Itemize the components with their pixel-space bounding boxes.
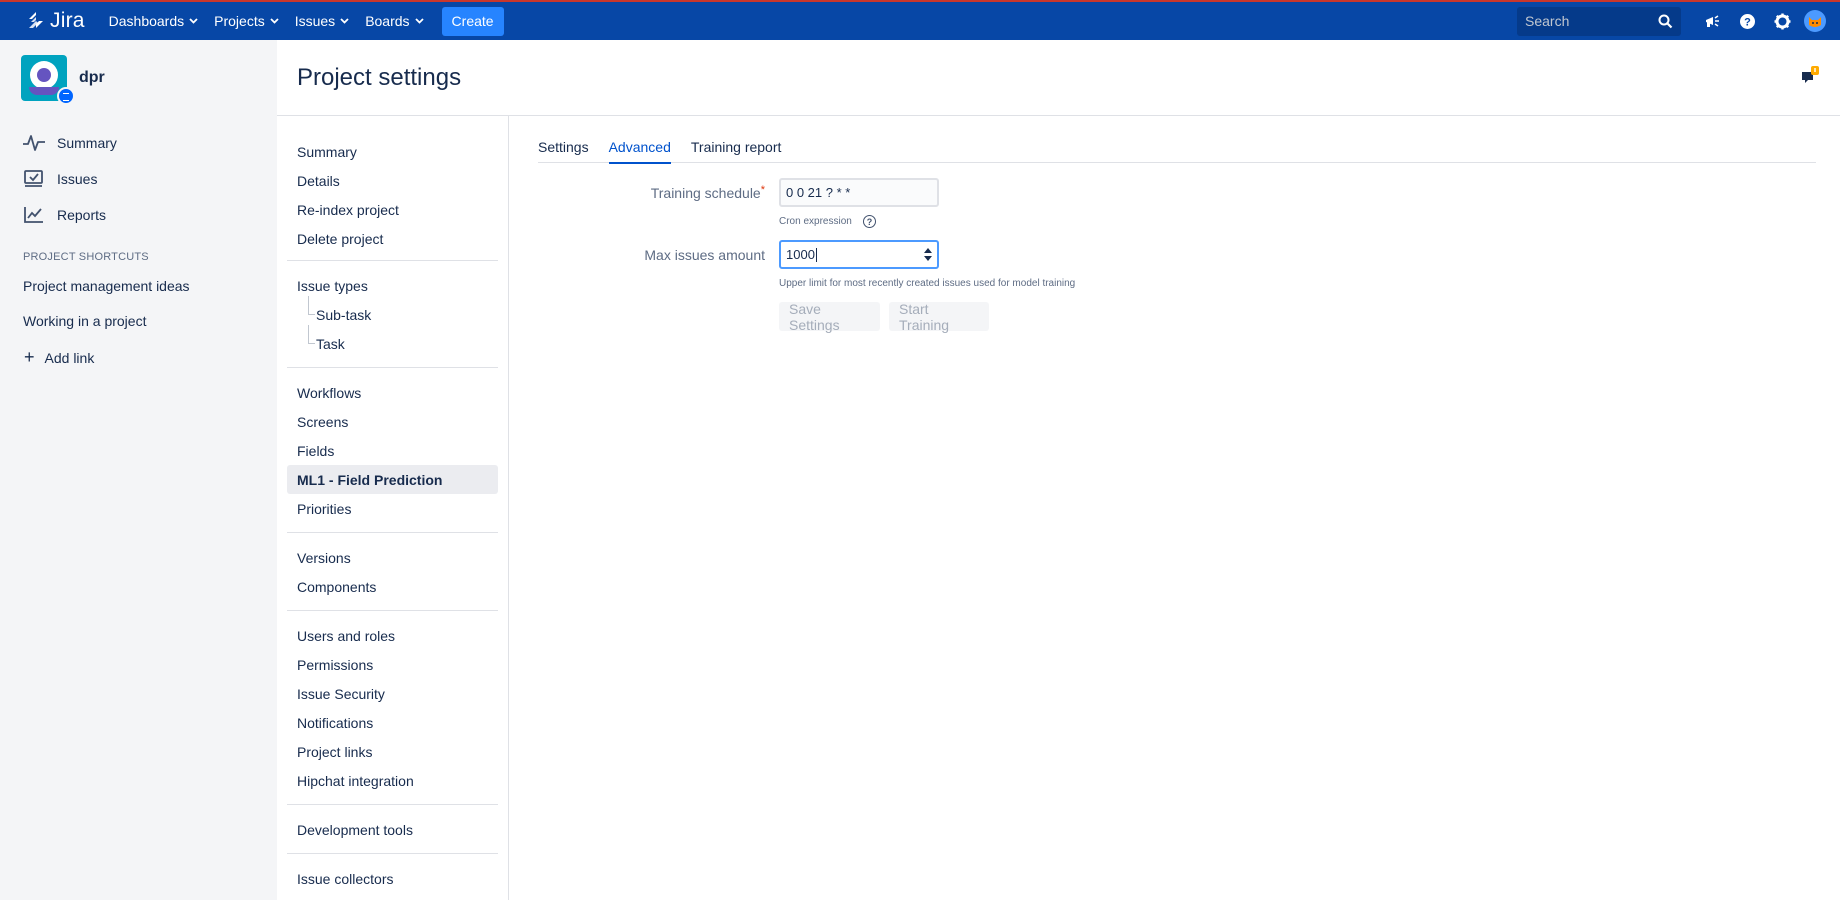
- chevron-down-icon: [270, 18, 279, 24]
- settings-nav-item[interactable]: Issue types: [287, 271, 498, 300]
- issues-icon: [24, 170, 43, 187]
- settings-nav-item[interactable]: Users and roles: [287, 621, 498, 650]
- jira-logo-icon: [29, 12, 43, 28]
- shortcut-link[interactable]: Project management ideas: [23, 278, 190, 294]
- number-spinner-icon[interactable]: [923, 246, 933, 263]
- cat-avatar-icon: [1809, 17, 1821, 27]
- sidebar-nav: Summary Issues Reports: [22, 125, 117, 233]
- divider: [287, 532, 498, 533]
- chevron-down-icon: [340, 18, 349, 24]
- settings-nav-item[interactable]: Re-index project: [287, 195, 498, 224]
- settings-nav-item[interactable]: Project links: [287, 737, 498, 766]
- settings-nav-item[interactable]: Versions: [287, 543, 498, 572]
- jira-logo[interactable]: Jira: [26, 9, 85, 33]
- training-schedule-label: Training schedule*: [565, 184, 765, 201]
- nav-right-group: Search ?: [1517, 2, 1840, 40]
- project-type-badge-icon: [57, 87, 75, 105]
- sidebar-item-summary[interactable]: Summary: [22, 125, 117, 161]
- add-link-label: Add link: [44, 349, 95, 366]
- user-avatar[interactable]: [1804, 10, 1826, 32]
- settings-nav-item[interactable]: Workflows: [287, 378, 498, 407]
- help-icon[interactable]: ?: [1730, 2, 1765, 40]
- plus-icon: +: [24, 347, 35, 367]
- dashboards-menu[interactable]: Dashboards: [101, 1, 207, 41]
- feedback-icon[interactable]: [1800, 66, 1820, 91]
- settings-nav-subitem[interactable]: Task: [287, 325, 498, 358]
- project-name: dpr: [79, 69, 105, 86]
- training-schedule-input[interactable]: 0 0 21 ? * *: [779, 178, 939, 207]
- divider: [287, 367, 498, 368]
- projects-menu-label: Projects: [214, 13, 265, 29]
- top-navigation-bar: Jira Dashboards Projects Issues Boards C…: [0, 0, 1840, 40]
- settings-nav-subitem[interactable]: Sub-task: [287, 296, 498, 329]
- settings-nav-item[interactable]: Summary: [287, 137, 498, 166]
- svg-text:?: ?: [1744, 16, 1751, 28]
- create-button[interactable]: Create: [441, 6, 504, 36]
- max-issues-value: 1000: [786, 247, 815, 262]
- training-schedule-label-text: Training schedule: [650, 185, 761, 201]
- settings-nav-item[interactable]: Issue collectors: [287, 864, 498, 893]
- add-link-button[interactable]: + Add link: [23, 347, 94, 368]
- tab-training-report[interactable]: Training report: [691, 139, 782, 163]
- sidebar-item-label: Summary: [57, 135, 117, 151]
- project-settings-nav: Summary Details Re-index project Delete …: [277, 116, 509, 900]
- max-issues-input[interactable]: 1000: [779, 240, 939, 269]
- settings-nav-item-selected[interactable]: ML1 - Field Prediction: [287, 465, 498, 494]
- save-settings-button[interactable]: Save Settings: [779, 301, 880, 333]
- issues-menu-label: Issues: [294, 13, 336, 29]
- issues-menu[interactable]: Issues: [287, 1, 357, 41]
- divider: [287, 610, 498, 611]
- shortcut-link[interactable]: Working in a project: [23, 313, 146, 329]
- settings-icon[interactable]: [1765, 2, 1800, 40]
- chevron-down-icon: [189, 18, 198, 24]
- tab-advanced[interactable]: Advanced: [608, 139, 672, 164]
- projects-menu[interactable]: Projects: [206, 1, 287, 41]
- project-avatar: [21, 55, 75, 105]
- sidebar-item-issues[interactable]: Issues: [22, 161, 117, 197]
- settings-nav-item[interactable]: Fields: [287, 436, 498, 465]
- settings-nav-item[interactable]: Components: [287, 572, 498, 601]
- megaphone-icon[interactable]: [1695, 2, 1730, 40]
- sidebar-item-reports[interactable]: Reports: [22, 197, 117, 233]
- settings-nav-item[interactable]: Priorities: [287, 494, 498, 523]
- dashboards-menu-label: Dashboards: [108, 13, 185, 29]
- project-sidebar: dpr Summary Issues Reports PROJECT SHORT…: [0, 40, 277, 900]
- settings-nav-item[interactable]: Permissions: [287, 650, 498, 679]
- settings-nav-item[interactable]: Issue Security: [287, 679, 498, 708]
- chevron-down-icon: [414, 18, 424, 24]
- activity-icon: [23, 135, 45, 151]
- settings-nav-item[interactable]: Notifications: [287, 708, 498, 737]
- start-training-button[interactable]: Start Training: [889, 301, 989, 333]
- search-icon: [1658, 14, 1673, 28]
- max-issues-label: Max issues amount: [644, 247, 765, 263]
- settings-nav-item[interactable]: Delete project: [287, 224, 498, 253]
- boards-menu-label: Boards: [365, 13, 410, 29]
- project-header[interactable]: dpr: [21, 55, 105, 105]
- jira-logo-text: Jira: [50, 9, 85, 32]
- help-icon[interactable]: ?: [863, 215, 876, 228]
- search-input[interactable]: Search: [1517, 6, 1681, 36]
- boards-menu[interactable]: Boards: [357, 1, 431, 41]
- settings-nav-item[interactable]: Development tools: [287, 815, 498, 844]
- tab-settings[interactable]: Settings: [538, 139, 589, 163]
- search-placeholder: Search: [1525, 13, 1570, 29]
- shortcuts-heading: PROJECT SHORTCUTS: [23, 251, 149, 263]
- page-title: Project settings: [297, 64, 462, 91]
- divider: [287, 804, 498, 805]
- reports-icon: [24, 207, 43, 223]
- divider: [287, 853, 498, 854]
- sidebar-item-label: Reports: [57, 207, 107, 223]
- required-marker: *: [760, 184, 765, 196]
- settings-nav-item[interactable]: Screens: [287, 407, 498, 436]
- settings-tabs: Settings Advanced Training report: [538, 139, 1816, 164]
- header-divider: [277, 115, 1840, 116]
- max-issues-hint: Upper limit for most recently created is…: [779, 278, 1076, 289]
- cron-expression-hint: Cron expression: [779, 216, 852, 227]
- settings-nav-item[interactable]: Hipchat integration: [287, 766, 498, 795]
- divider: [287, 260, 498, 261]
- settings-nav-item[interactable]: Details: [287, 166, 498, 195]
- sidebar-item-label: Issues: [57, 171, 98, 187]
- text-cursor: [815, 247, 817, 262]
